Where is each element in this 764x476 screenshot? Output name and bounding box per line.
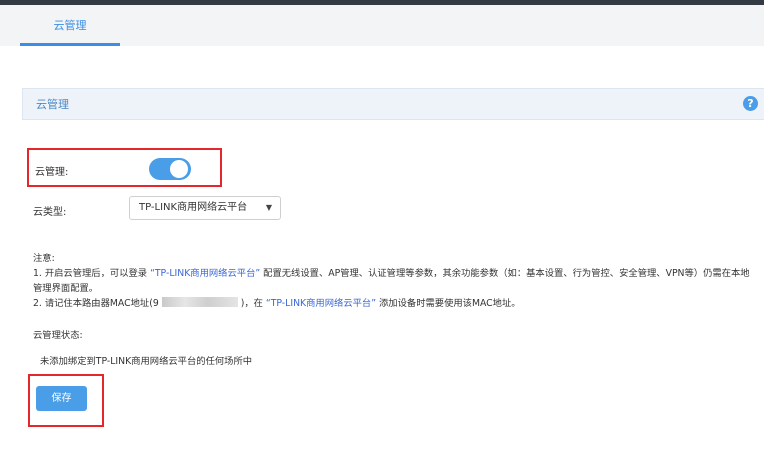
active-tab-indicator [20,43,120,46]
status-value: 未添加绑定到TP-LINK商用网络云平台的任何场所中 [40,356,253,367]
notes-heading: 注意: [33,253,55,264]
cloud-type-value: TP-LINK商用网络云平台 [139,202,248,213]
panel-title: 云管理 [36,98,69,111]
tab-cloud-management[interactable]: 云管理 [20,5,120,46]
question-circle-icon[interactable]: ? [743,96,758,111]
cloud-management-label: 云管理: [35,167,69,178]
dropdown-arrow-icon: ▼ [265,203,272,212]
note-1-text: 1. 开启云管理后，可以登录 [33,268,148,279]
toggle-knob [170,160,188,178]
note-1-text-cont: 配置无线设置、AP管理、认证管理等参数，其余功能参数（如：基本设置、行为管控、安… [263,268,750,279]
cloud-platform-link-2[interactable]: “TP-LINK商用网络云平台” [266,298,376,309]
note-line-2: 2. 请记住本路由器MAC地址(9 )，在 “TP-LINK商用网络云平台” 添… [33,295,521,309]
cloud-type-label: 云类型: [33,207,67,218]
status-label: 云管理状态: [33,330,83,341]
note-2-text-cont: 添加设备时需要使用该MAC地址。 [379,298,521,309]
cloud-management-toggle[interactable] [149,158,191,180]
note-2-mid: )，在 [240,298,263,309]
panel-header: 云管理 ? [22,88,764,120]
note-2-text: 2. 请记住本路由器MAC地址( [33,298,153,309]
mac-address-redacted [161,297,238,307]
note-line-1-cont: 管理界面配置。 [33,283,99,294]
note-line-1: 1. 开启云管理后，可以登录 “TP-LINK商用网络云平台” 配置无线设置、A… [33,265,750,279]
cloud-platform-link-1[interactable]: “TP-LINK商用网络云平台” [150,268,260,279]
mac-partial: 9 [152,298,159,309]
cloud-type-select[interactable]: TP-LINK商用网络云平台 ▼ [129,196,281,220]
save-button[interactable]: 保存 [36,386,87,411]
